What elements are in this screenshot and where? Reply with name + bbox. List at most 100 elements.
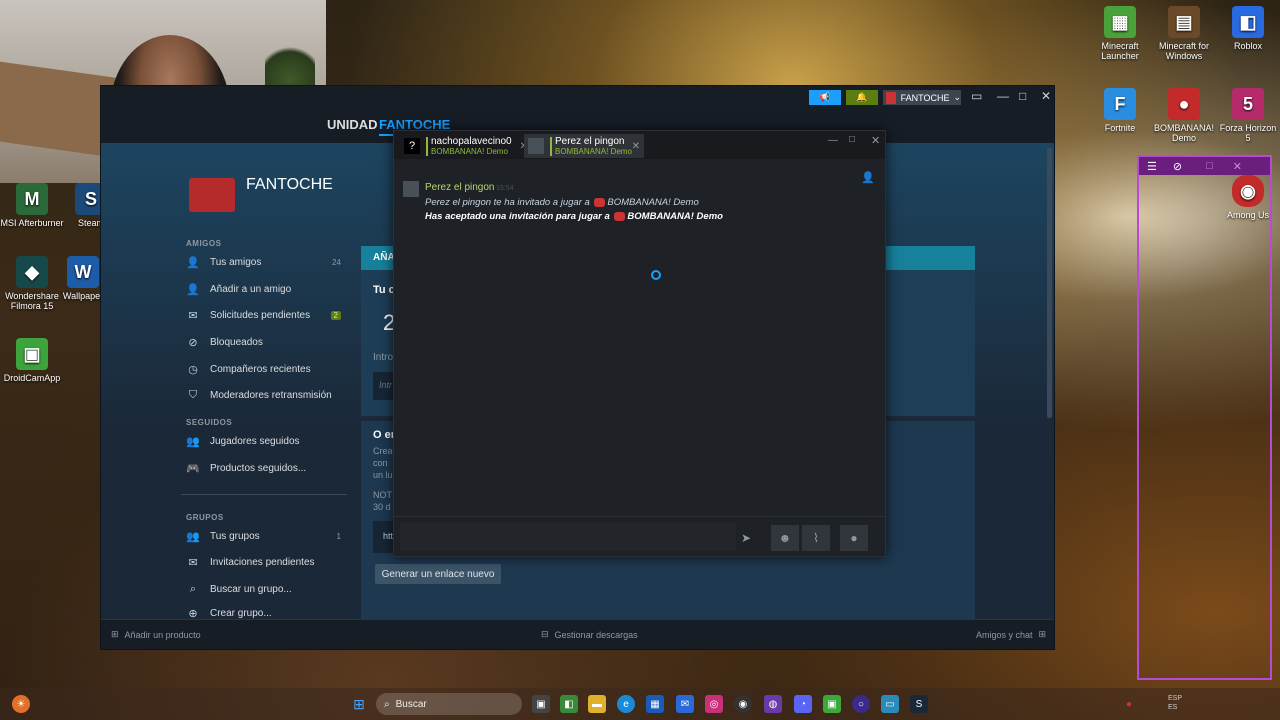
edge-icon[interactable]: e	[617, 695, 635, 713]
task-view-icon[interactable]: ▣	[532, 695, 550, 713]
people-icon: 👥	[186, 435, 200, 448]
widgets-icon[interactable]: ◧	[560, 695, 578, 713]
attach-button[interactable]: ⌇	[802, 525, 830, 551]
block-icon: ⊘	[188, 336, 198, 349]
friends-chat-button[interactable]: Amigos y chat ⊞	[976, 629, 1046, 640]
add-friend-to-chat-icon[interactable]: 👤	[861, 171, 875, 184]
page-scrollbar[interactable]	[1047, 148, 1052, 418]
sidebar-item-pending-invites[interactable]: ✉ Invitaciones pendientes	[186, 552, 346, 572]
sidebar-item-broadcast-moderators[interactable]: ⛉ Moderadores retransmisión	[186, 385, 356, 405]
desktop-icon-msi-afterburner[interactable]: M MSI Afterburner	[0, 183, 64, 228]
sidebar-item-your-groups[interactable]: 👥 Tus grupos 1	[186, 526, 341, 546]
disable-icon[interactable]: ⊘	[1173, 160, 1182, 173]
desktop-icon-filmora[interactable]: ◆ Wondershare Filmora 15	[0, 256, 64, 311]
avatar	[528, 138, 544, 154]
invite-link-description: Crea con un lu	[373, 446, 393, 480]
invite-link-note: NOT 30 d	[373, 490, 392, 512]
sidebar-item-pending-requests[interactable]: ✉ Solicitudes pendientes 2	[186, 305, 341, 325]
language-indicator[interactable]: ESP ES	[1168, 694, 1182, 712]
outlook-icon[interactable]: ✉	[676, 695, 694, 713]
instagram-icon[interactable]: ◎	[705, 695, 723, 713]
desktop-icon-minecraft-launcher[interactable]: ▦ Minecraft Launcher	[1088, 6, 1152, 61]
sender-avatar	[403, 181, 419, 197]
search-icon: ⌕	[189, 582, 197, 595]
obs-icon[interactable]: ◉	[734, 695, 752, 713]
desktop-icon-fortnite[interactable]: F Fortnite	[1088, 88, 1152, 133]
droidcam-taskbar-icon[interactable]: ▣	[823, 695, 841, 713]
maximize-icon[interactable]: □	[849, 134, 855, 145]
file-explorer-icon[interactable]: ▬	[588, 695, 606, 713]
bombanana-icon: ●	[1168, 88, 1200, 120]
chevron-down-icon: ⌄	[953, 92, 961, 102]
chat-window: ? nachopalavecino0 BOMBANANA! Demo ✕ Per…	[393, 130, 886, 557]
maximize-icon[interactable]: □	[1019, 89, 1026, 103]
nav-community[interactable]: UNIDAD	[327, 117, 378, 132]
following-section-header: SEGUIDOS	[186, 418, 233, 427]
close-icon[interactable]: ✕	[871, 134, 880, 147]
notifications-button[interactable]: 🔔	[846, 90, 878, 105]
close-icon[interactable]: ✕	[1041, 89, 1051, 103]
accepted-message: Has aceptado una invitación para jugar a…	[425, 211, 723, 222]
tray-app-icon[interactable]: ●	[1120, 695, 1138, 713]
sidebar-divider	[181, 494, 347, 495]
overlay-titlebar: ☰ ⊘ □ ✕	[1139, 157, 1270, 175]
chat-tab-nachopalavecino0[interactable]: ? nachopalavecino0 BOMBANANA! Demo ✕	[400, 134, 532, 158]
big-picture-icon[interactable]: ▭	[971, 89, 982, 103]
chat-tab-perez-el-pingon[interactable]: Perez el pingon BOMBANANA! Demo ✕	[524, 134, 644, 158]
plus-icon: ⊕	[188, 607, 198, 620]
taskbar: ☀ ⊞ ⌕ Buscar ▣ ◧ ▬ e ▦ ✉ ◎ ◉ ◍ ◔ ▣ ○ ▭ S …	[0, 688, 1280, 720]
game-icon	[594, 197, 606, 207]
chat-message-input[interactable]	[400, 523, 736, 551]
emoticon-button[interactable]: ☻	[771, 525, 799, 551]
manage-downloads-button[interactable]: ⊟ Gestionar descargas	[541, 629, 638, 640]
minimize-icon[interactable]: —	[828, 135, 838, 146]
maximize-icon[interactable]: □	[1206, 160, 1213, 172]
game-icon	[614, 211, 626, 221]
chat-tabs: ? nachopalavecino0 BOMBANANA! Demo ✕ Per…	[394, 131, 885, 159]
steam-titlebar: 📢 🔔 FANTOCHE ⌄ ▭ — □ ✕	[101, 86, 1054, 108]
fortnite-icon: F	[1104, 88, 1136, 120]
windows-start-icon[interactable]: ⊞	[350, 695, 368, 713]
close-icon[interactable]: ✕	[1233, 160, 1242, 173]
msi-afterburner-icon: M	[16, 183, 48, 215]
sidebar-item-blocked[interactable]: ⊘ Bloqueados	[186, 332, 346, 352]
filmora-icon: ◆	[16, 256, 48, 288]
taskbar-search[interactable]: ⌕ Buscar	[376, 693, 522, 715]
send-button[interactable]: ➤	[732, 525, 760, 551]
enter-code-label: Intro	[373, 352, 394, 363]
desktop-icon-forza[interactable]: 5 Forza Horizon 5	[1216, 88, 1280, 143]
sidebar-item-add-friend[interactable]: 👤 Añadir a un amigo	[186, 279, 346, 299]
steam-taskbar-icon[interactable]: S	[910, 695, 928, 713]
groups-section-header: GRUPOS	[186, 513, 224, 522]
friends-count: 24	[332, 257, 341, 267]
plus-icon: ⊞	[111, 629, 119, 639]
send-icon: ➤	[740, 531, 752, 545]
app-icon[interactable]: ○	[852, 695, 870, 713]
desktop-icon-droidcam[interactable]: ▣ DroidCamApp	[0, 338, 64, 383]
video-editor-icon[interactable]: ▭	[881, 695, 899, 713]
messenger-icon[interactable]: ◍	[764, 695, 782, 713]
account-menu-button[interactable]: FANTOCHE ⌄	[883, 90, 961, 105]
desktop-icon-bombanana[interactable]: ● BOMBANANA! Demo	[1152, 88, 1216, 143]
minimize-icon[interactable]: —	[997, 89, 1009, 103]
announcements-button[interactable]: 📢	[809, 90, 841, 105]
sidebar-item-create-group[interactable]: ⊕ Crear grupo...	[186, 606, 346, 620]
sidebar-item-followed-products[interactable]: 🎮 Productos seguidos...	[186, 458, 346, 478]
sidebar-item-followed-players[interactable]: 👥 Jugadores seguidos	[186, 431, 346, 451]
generate-link-button[interactable]: Generar un enlace nuevo	[375, 564, 501, 584]
voice-button[interactable]: ●	[840, 525, 868, 551]
desktop-icon-minecraft-windows[interactable]: ▤ Minecraft for Windows	[1152, 6, 1216, 61]
add-product-button[interactable]: ⊞ Añadir un producto	[111, 629, 201, 640]
weather-icon[interactable]: ☀	[12, 695, 30, 713]
discord-icon[interactable]: ◔	[794, 695, 812, 713]
sidebar-item-recent-players[interactable]: ◷ Compañeros recientes	[186, 359, 346, 379]
sidebar-item-your-friends[interactable]: 👤 Tus amigos 24	[186, 252, 341, 272]
invite-link-title: O er	[373, 429, 396, 441]
profile-name: FANTOCHE	[246, 176, 333, 193]
desktop-icon-roblox[interactable]: ◧ Roblox	[1216, 6, 1280, 51]
sidebar-item-find-group[interactable]: ⌕ Buscar un grupo...	[186, 579, 346, 599]
profile-avatar	[189, 178, 235, 212]
menu-icon[interactable]: ☰	[1147, 160, 1157, 173]
close-tab-icon[interactable]: ✕	[632, 141, 640, 152]
store-icon[interactable]: ▦	[646, 695, 664, 713]
